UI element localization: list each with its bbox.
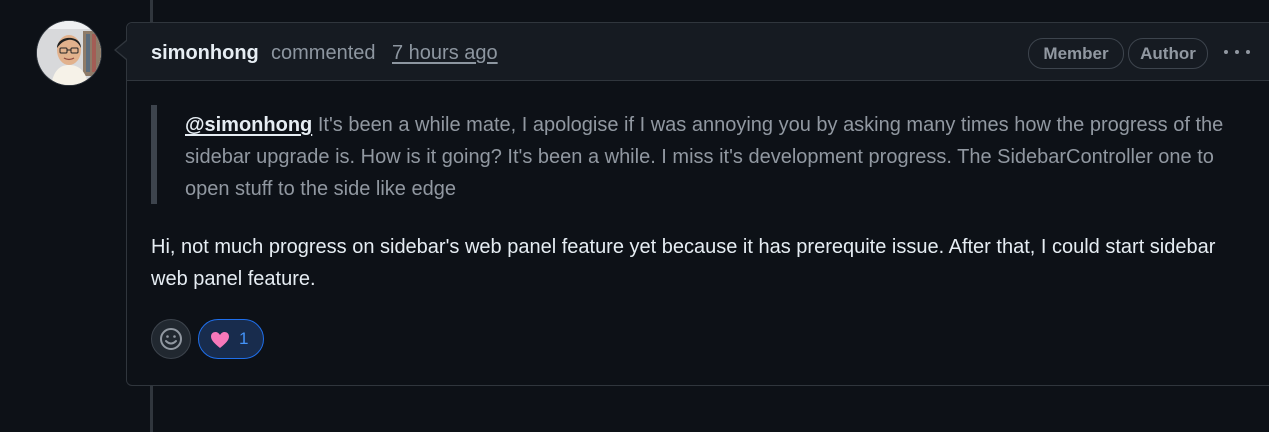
- author-badge: Author: [1128, 38, 1208, 69]
- kebab-horizontal-icon[interactable]: [1224, 47, 1254, 57]
- comment-author[interactable]: simonhong: [151, 42, 259, 65]
- heart-icon: [211, 332, 229, 348]
- more-dot-2: [1235, 50, 1239, 54]
- quote-body: It's been a while mate, I apologise if I…: [185, 114, 1224, 200]
- heart-reaction-button[interactable]: 1: [198, 319, 264, 359]
- reaction-count: 1: [239, 329, 249, 348]
- issue-timeline: simonhong commented 7 hours ago Member A…: [0, 0, 1269, 432]
- quote-text: @simonhong It's been a while mate, I apo…: [185, 109, 1225, 205]
- more-dot-3: [1246, 50, 1250, 54]
- user-mention[interactable]: @simonhong: [185, 114, 312, 136]
- quoted-reply: @simonhong It's been a while mate, I apo…: [151, 105, 1227, 204]
- avatar[interactable]: [37, 21, 101, 85]
- more-dot-1: [1224, 50, 1228, 54]
- comment-header: simonhong commented 7 hours ago Member A…: [127, 23, 1269, 81]
- smiley-icon: [160, 328, 182, 350]
- member-badge: Member: [1028, 38, 1124, 69]
- comment-action: commented: [271, 42, 376, 64]
- comment-card: simonhong commented 7 hours ago Member A…: [126, 22, 1269, 386]
- avatar-image: [37, 21, 101, 85]
- add-reaction-button[interactable]: [151, 319, 191, 359]
- comment-caret-fill: [116, 41, 127, 59]
- comment-body: Hi, not much progress on sidebar's web p…: [151, 236, 1216, 290]
- comment-timestamp[interactable]: 7 hours ago: [392, 42, 498, 65]
